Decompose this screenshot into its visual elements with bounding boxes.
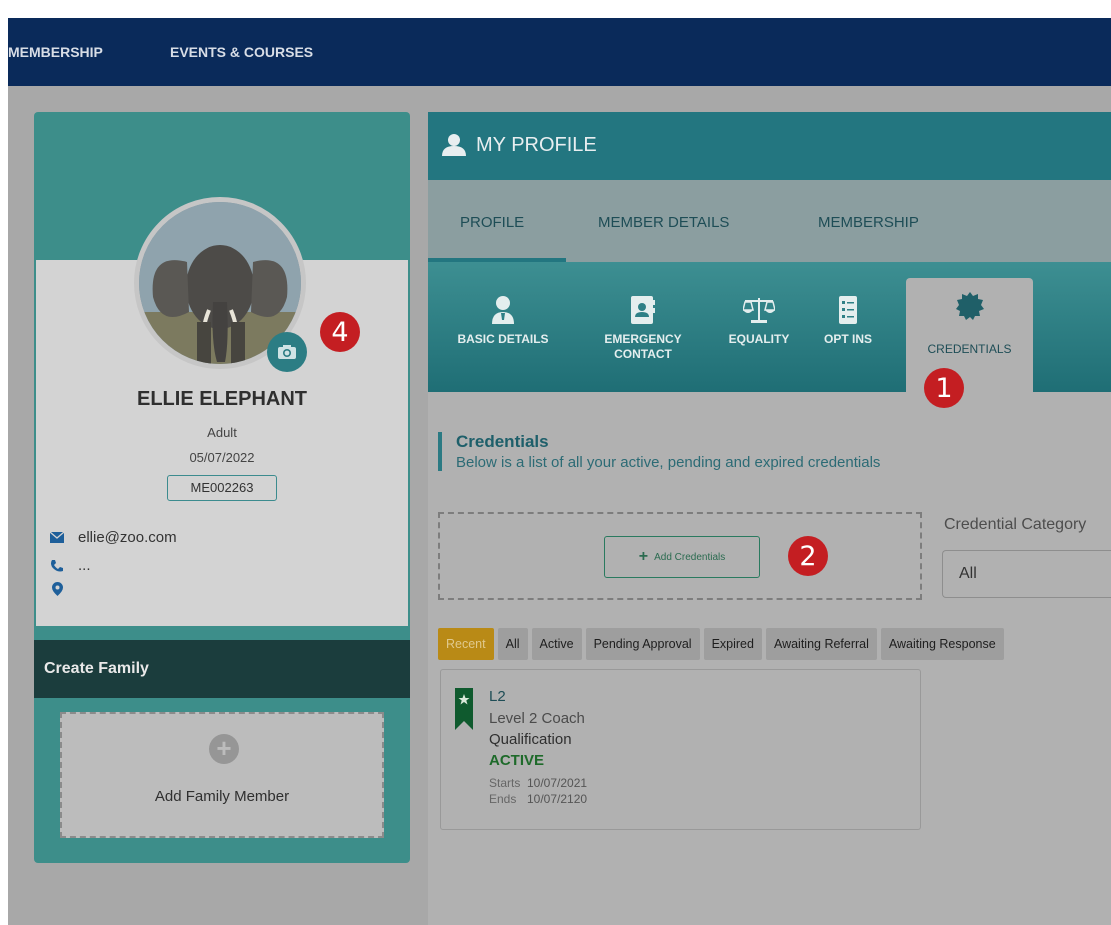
phone-text: ... xyxy=(78,557,91,574)
credential-filters: Recent All Active Pending Approval Expir… xyxy=(438,628,1111,660)
filter-pending-approval[interactable]: Pending Approval xyxy=(585,628,700,660)
camera-icon xyxy=(278,345,296,359)
add-credentials-label: Add Credentials xyxy=(654,551,726,563)
credential-type: Qualification xyxy=(489,731,572,748)
sub-tab-opt-ins[interactable]: OPT INS xyxy=(818,292,878,346)
phone-icon xyxy=(50,559,64,573)
credentials-title: Credentials xyxy=(456,432,549,451)
filter-recent[interactable]: Recent xyxy=(438,628,494,660)
credential-name: Level 2 Coach xyxy=(489,710,585,727)
sub-tab-basic-details-label: BASIC DETAILS xyxy=(457,332,549,346)
nav-events-courses[interactable]: EVENTS & COURSES xyxy=(170,44,313,60)
end-label: Ends xyxy=(489,792,517,806)
filter-all[interactable]: All xyxy=(497,628,528,660)
nav-membership[interactable]: MEMBERSHIP xyxy=(8,44,103,60)
credential-code: L2 xyxy=(489,688,506,705)
plus-circle-icon: + xyxy=(209,734,239,764)
panel-header: MY PROFILE xyxy=(428,112,1111,180)
contact-card-icon xyxy=(588,292,698,324)
checklist-icon xyxy=(818,292,878,324)
scales-icon xyxy=(724,292,794,324)
add-family-member-button[interactable]: + Add Family Member xyxy=(60,712,384,838)
user-icon xyxy=(442,134,466,162)
end-date: 10/07/2120 xyxy=(527,792,588,806)
add-family-member-label: Add Family Member xyxy=(154,788,290,805)
profile-date: 05/07/2022 xyxy=(189,450,255,465)
tab-membership[interactable]: MEMBERSHIP xyxy=(818,214,919,231)
profile-card: 4 ELLIE ELEPHANT Adult 05/07/2022 ME0022… xyxy=(34,112,410,863)
contact-location xyxy=(50,582,78,596)
email-text[interactable]: ellie@zoo.com xyxy=(78,529,177,546)
my-profile-panel: MY PROFILE PROFILE MEMBER DETAILS MEMBER… xyxy=(428,112,1111,925)
sub-tab-equality-label: EQUALITY xyxy=(728,332,790,346)
create-family-header: Create Family xyxy=(34,640,410,698)
annotation-badge-1: 1 xyxy=(924,368,964,408)
add-credentials-button[interactable]: + Add Credentials xyxy=(604,536,760,578)
filter-awaiting-response[interactable]: Awaiting Response xyxy=(880,628,1004,660)
filter-expired[interactable]: Expired xyxy=(703,628,762,660)
sub-tab-opt-ins-label: OPT INS xyxy=(823,332,872,346)
annotation-badge-4: 4 xyxy=(320,312,360,352)
start-date: 10/07/2021 xyxy=(527,776,588,790)
filter-awaiting-referral[interactable]: Awaiting Referral xyxy=(765,628,877,660)
start-label: Starts xyxy=(489,776,521,790)
panel-title: MY PROFILE xyxy=(476,134,597,156)
plus-icon: + xyxy=(638,548,649,565)
main-tabs: PROFILE MEMBER DETAILS MEMBERSHIP xyxy=(428,180,1111,262)
sub-tab-emergency-contact-label: EMERGENCY CONTACT xyxy=(604,332,682,361)
profile-name: ELLIE ELEPHANT xyxy=(136,388,307,410)
sub-tab-equality[interactable]: EQUALITY xyxy=(724,292,794,346)
sub-tab-credentials-label: CREDENTIALS xyxy=(927,342,1012,356)
contact-phone: ... xyxy=(50,557,91,574)
annotation-badge-2: 2 xyxy=(788,536,828,576)
credential-card[interactable]: L2 Level 2 Coach Qualification ACTIVE St… xyxy=(440,669,921,830)
credential-category-select[interactable]: All xyxy=(942,550,1111,598)
bookmark-star-icon xyxy=(455,688,473,735)
envelope-icon xyxy=(50,532,64,543)
filter-active[interactable]: Active xyxy=(531,628,582,660)
sub-tab-emergency-contact[interactable]: EMERGENCY CONTACT xyxy=(588,292,698,362)
person-id-icon xyxy=(442,292,564,324)
sub-tab-basic-details[interactable]: BASIC DETAILS xyxy=(442,292,564,346)
credential-end: Ends 10/07/2120 xyxy=(489,792,587,806)
credential-category-label: Credential Category xyxy=(944,516,1087,533)
credential-status: ACTIVE xyxy=(489,752,545,769)
credentials-heading: Credentials Below is a list of all your … xyxy=(438,432,880,471)
credentials-description: Below is a list of all your active, pend… xyxy=(456,454,881,471)
add-credentials-dropzone: + Add Credentials 2 xyxy=(438,512,922,600)
member-number: ME002263 xyxy=(167,475,277,501)
change-photo-button[interactable] xyxy=(267,332,307,372)
map-pin-icon xyxy=(50,582,64,596)
seal-icon xyxy=(906,292,1033,325)
member-category: Adult xyxy=(207,425,237,440)
credential-start: Starts 10/07/2021 xyxy=(489,776,587,790)
tab-profile[interactable]: PROFILE xyxy=(460,214,524,231)
contact-email: ellie@zoo.com xyxy=(50,529,177,546)
tab-member-details[interactable]: MEMBER DETAILS xyxy=(598,214,729,231)
sub-tab-credentials[interactable]: CREDENTIALS 1 xyxy=(906,278,1033,408)
top-nav-bar: MEMBERSHIP EVENTS & COURSES xyxy=(8,18,1111,86)
